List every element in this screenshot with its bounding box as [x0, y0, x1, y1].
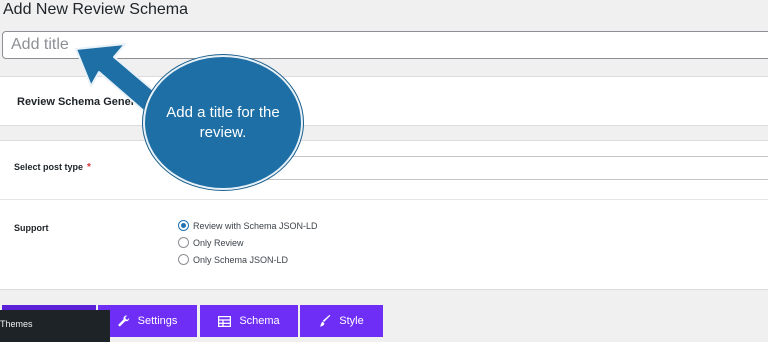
title-input[interactable]	[2, 31, 768, 59]
radio-label: Review with Schema JSON-LD	[193, 220, 318, 231]
general-settings-panel: Review Schema General Settings	[0, 76, 768, 126]
radio-label: Only Schema JSON-LD	[193, 254, 289, 265]
support-label: Support	[14, 223, 49, 233]
radio-icon[interactable]	[178, 254, 189, 265]
form-divider	[0, 199, 768, 200]
tab-settings[interactable]: Settings	[98, 305, 197, 337]
brush-icon	[320, 315, 331, 327]
table-icon	[218, 315, 232, 327]
tab-label: Schema	[239, 315, 280, 327]
callout-bubble: Add a title for the review.	[143, 55, 303, 190]
tab-label: Settings	[137, 315, 178, 327]
tab-label: Style	[339, 315, 364, 327]
radio-only-review[interactable]: Only Review	[178, 237, 244, 248]
radio-label: Only Review	[193, 237, 244, 248]
wrench-icon	[118, 315, 129, 327]
post-type-label: Select post type *	[14, 162, 91, 173]
tab-schema[interactable]: Schema	[200, 305, 298, 337]
radio-only-schema[interactable]: Only Schema JSON-LD	[178, 254, 288, 265]
admin-menu-themes[interactable]: Themes	[0, 310, 110, 342]
radio-review-with-schema[interactable]: Review with Schema JSON-LD	[178, 220, 318, 231]
radio-icon[interactable]	[178, 237, 189, 248]
radio-checked-icon[interactable]	[178, 220, 189, 231]
tab-style[interactable]: Style	[300, 305, 383, 337]
required-marker: *	[87, 162, 91, 173]
page-title: Add New Review Schema	[3, 1, 188, 18]
